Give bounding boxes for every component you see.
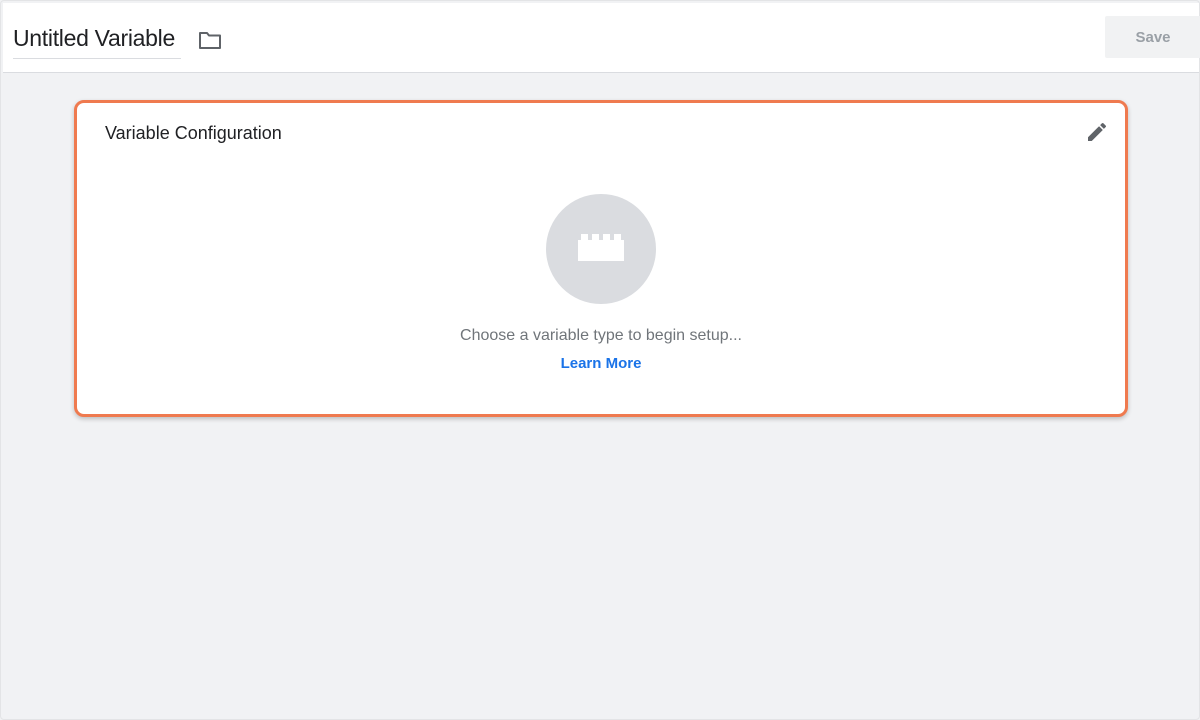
save-button[interactable]: Save	[1105, 16, 1200, 58]
empty-state-text: Choose a variable type to begin setup...	[460, 327, 742, 344]
pencil-icon[interactable]	[1083, 118, 1111, 146]
card-title: Variable Configuration	[105, 123, 282, 143]
block-placeholder[interactable]	[546, 194, 656, 304]
variable-configuration-card[interactable]: Variable Configuration Choose a variable…	[74, 100, 1128, 417]
editor-header: Untitled Variable Save	[3, 3, 1200, 73]
variable-name-input[interactable]: Untitled Variable	[13, 23, 181, 59]
editor-frame: Untitled Variable Save Variable Configur…	[0, 0, 1200, 720]
learn-more-link[interactable]: Learn More	[561, 355, 642, 372]
block-icon	[577, 232, 625, 267]
folder-icon[interactable]	[196, 27, 224, 53]
